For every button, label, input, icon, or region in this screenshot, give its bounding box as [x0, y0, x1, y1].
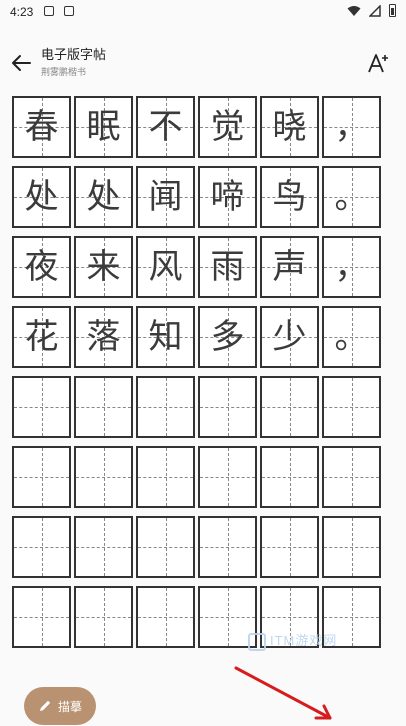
grid-cell[interactable] — [198, 446, 257, 508]
cell-character: 闻 — [148, 177, 183, 217]
grid-cell[interactable]: 来 — [74, 236, 133, 298]
trace-button[interactable]: 描摹 — [24, 687, 96, 725]
cell-character: 处 — [24, 177, 59, 217]
grid-cell[interactable] — [74, 376, 133, 438]
grid-cell[interactable]: 啼 — [198, 166, 257, 228]
grid-cell[interactable]: 夜 — [12, 236, 71, 298]
header-titles: 电子版字帖 荆雾鹏楷书 — [41, 48, 106, 79]
grid-cell[interactable] — [74, 446, 133, 508]
cell-character: 来 — [86, 247, 121, 287]
grid-row — [12, 446, 392, 508]
font-size-icon[interactable] — [366, 50, 392, 76]
practice-grid: 春 眠 不 觉 晓 ， 处 处 闻 啼 鸟 。 夜 来 风 雨 声 ， 花 落 … — [12, 96, 392, 656]
grid-cell[interactable]: 鸟 — [260, 166, 319, 228]
cell-character: 少 — [272, 317, 307, 357]
grid-cell[interactable]: 春 — [12, 96, 71, 158]
grid-cell[interactable]: 知 — [136, 306, 195, 368]
cell-character: 花 — [24, 317, 59, 357]
grid-cell[interactable] — [260, 376, 319, 438]
grid-cell[interactable]: 晓 — [260, 96, 319, 158]
battery-icon — [389, 4, 396, 17]
grid-cell[interactable]: 少 — [260, 306, 319, 368]
grid-cell[interactable]: 声 — [260, 236, 319, 298]
cell-character: 。 — [334, 177, 369, 217]
grid-cell[interactable]: ， — [322, 236, 381, 298]
page-title: 电子版字帖 — [41, 48, 107, 63]
pencil-icon — [39, 700, 51, 711]
grid-cell[interactable] — [260, 516, 319, 578]
cell-character: 晓 — [272, 107, 307, 147]
grid-cell[interactable] — [322, 516, 381, 578]
grid-row — [12, 516, 392, 578]
cell-character: 眠 — [86, 107, 121, 147]
cell-character: 春 — [24, 107, 59, 147]
grid-cell[interactable]: 处 — [74, 166, 133, 228]
grid-cell[interactable] — [136, 586, 195, 648]
grid-cell[interactable]: 处 — [12, 166, 71, 228]
grid-row: 花 落 知 多 少 。 — [12, 306, 392, 368]
grid-row: 处 处 闻 啼 鸟 。 — [12, 166, 392, 228]
annotation-arrow — [234, 666, 332, 720]
grid-cell[interactable]: 闻 — [136, 166, 195, 228]
status-indicators — [347, 4, 396, 17]
grid-cell[interactable] — [12, 376, 71, 438]
grid-cell[interactable]: 风 — [136, 236, 195, 298]
grid-cell[interactable]: 觉 — [198, 96, 257, 158]
cell-character: 风 — [148, 247, 183, 287]
cell-character: 知 — [148, 317, 183, 357]
cell-character: 夜 — [24, 247, 59, 287]
grid-cell[interactable] — [136, 376, 195, 438]
status-time: 4:23 — [10, 5, 34, 19]
grid-row — [12, 376, 392, 438]
grid-row: 春 眠 不 觉 晓 ， — [12, 96, 392, 158]
signal-icon — [369, 4, 381, 17]
grid-cell[interactable] — [136, 446, 195, 508]
grid-cell[interactable] — [260, 446, 319, 508]
grid-row: 夜 来 风 雨 声 ， — [12, 236, 392, 298]
cell-character: 。 — [334, 317, 369, 357]
grid-cell[interactable] — [322, 376, 381, 438]
grid-cell[interactable] — [12, 446, 71, 508]
grid-cell[interactable]: 落 — [74, 306, 133, 368]
cell-character: 啼 — [210, 177, 245, 217]
grid-cell[interactable] — [322, 446, 381, 508]
cell-character: 处 — [86, 177, 121, 217]
page-subtitle: 荆雾鹏楷书 — [41, 68, 87, 78]
back-arrow-icon[interactable] — [8, 50, 34, 76]
watermark-logo-icon — [248, 632, 266, 651]
cell-character: ， — [334, 107, 369, 147]
cell-character: 鸟 — [272, 177, 307, 217]
cell-character: ， — [334, 247, 369, 287]
grid-cell[interactable]: ， — [322, 96, 381, 158]
cell-character: 不 — [148, 107, 183, 147]
cell-character: 声 — [272, 247, 307, 287]
cell-character: 雨 — [210, 247, 245, 287]
grid-cell[interactable] — [198, 376, 257, 438]
grid-cell[interactable]: 不 — [136, 96, 195, 158]
trace-button-label: 描摹 — [57, 699, 82, 714]
watermark-text: ITM游戏网 — [270, 633, 338, 648]
grid-cell[interactable] — [12, 516, 71, 578]
settings-status-icon — [44, 6, 54, 16]
cell-character: 觉 — [210, 107, 245, 147]
status-bar: 4:23 — [0, 0, 406, 24]
watermark: ITM游戏网 — [248, 630, 337, 651]
grid-cell[interactable] — [136, 516, 195, 578]
grid-cell[interactable] — [12, 586, 71, 648]
grid-cell[interactable]: 花 — [12, 306, 71, 368]
grid-cell[interactable]: 。 — [322, 166, 381, 228]
grid-cell[interactable] — [74, 516, 133, 578]
wifi-icon — [347, 5, 361, 16]
image-status-icon — [64, 6, 74, 16]
grid-cell[interactable]: 。 — [322, 306, 381, 368]
cell-character: 落 — [86, 317, 121, 357]
grid-cell[interactable] — [74, 586, 133, 648]
cell-character: 多 — [210, 317, 245, 357]
grid-cell[interactable]: 多 — [198, 306, 257, 368]
top-bar: 电子版字帖 荆雾鹏楷书 — [0, 42, 406, 86]
grid-cell[interactable]: 雨 — [198, 236, 257, 298]
grid-cell[interactable]: 眠 — [74, 96, 133, 158]
grid-cell[interactable] — [198, 516, 257, 578]
